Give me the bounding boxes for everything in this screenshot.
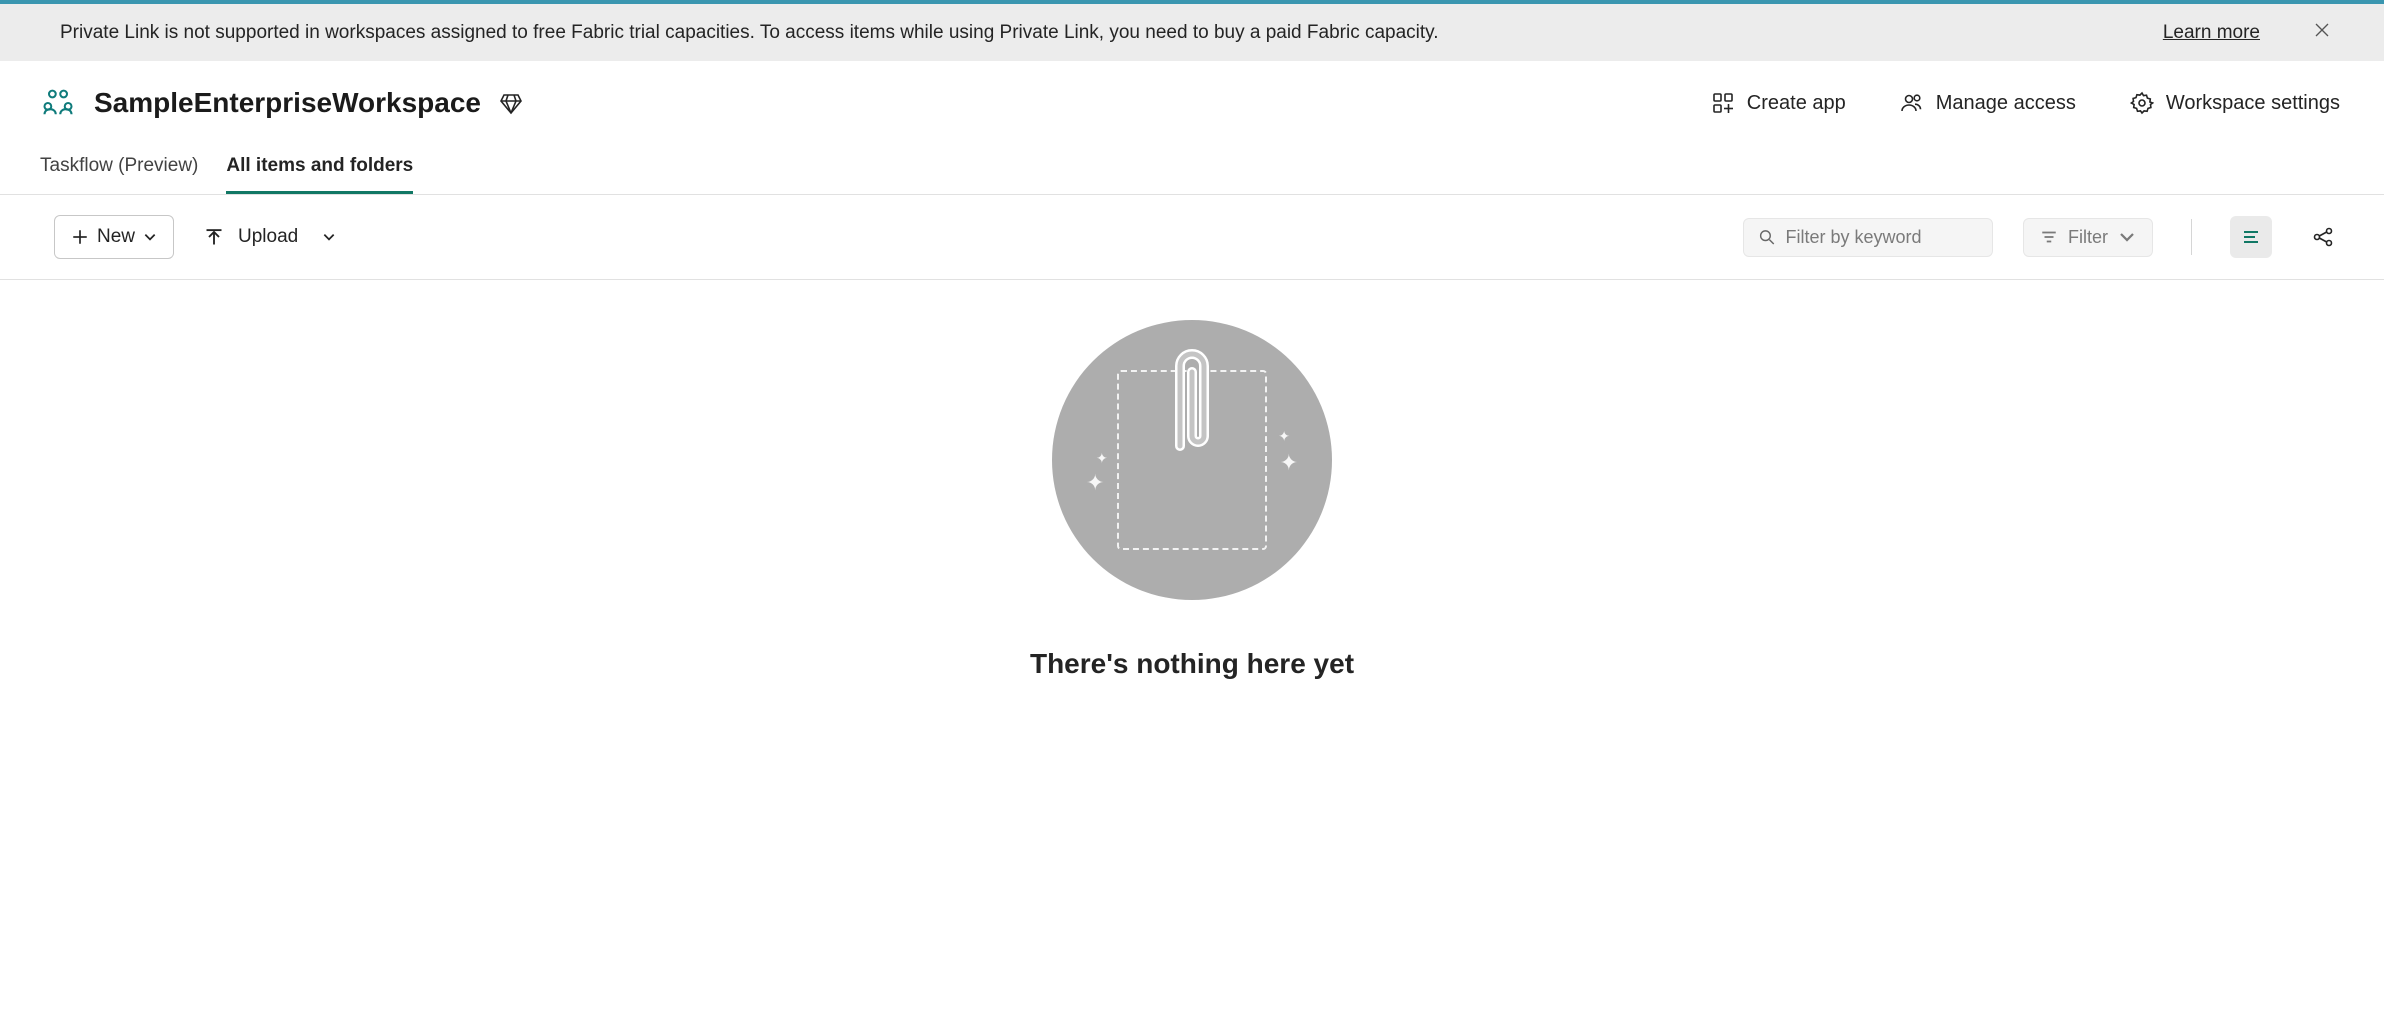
close-icon[interactable] <box>2310 18 2334 47</box>
lineage-icon <box>2312 226 2334 248</box>
chevron-down-icon <box>143 230 157 244</box>
create-app-button[interactable]: Create app <box>1707 85 1850 121</box>
search-icon <box>1758 227 1776 247</box>
lineage-view-button[interactable] <box>2302 216 2344 258</box>
list-icon <box>2241 227 2261 247</box>
sparkle-icon: ✦ <box>1096 450 1108 467</box>
notification-message: Private Link is not supported in workspa… <box>60 22 2123 44</box>
sparkle-icon: ✦ <box>1278 428 1290 445</box>
toolbar: New Upload Filter <box>0 195 2384 280</box>
new-button-label: New <box>97 226 135 248</box>
manage-access-button[interactable]: Manage access <box>1896 85 2080 121</box>
upload-icon <box>204 227 224 247</box>
upload-button-label: Upload <box>238 226 298 248</box>
filter-keyword-input[interactable] <box>1786 227 1979 248</box>
workspace-settings-button[interactable]: Workspace settings <box>2126 85 2344 121</box>
workspace-settings-label: Workspace settings <box>2166 92 2340 115</box>
manage-access-label: Manage access <box>1936 92 2076 115</box>
paperclip-icon <box>1162 336 1222 486</box>
filter-icon <box>2040 228 2058 246</box>
learn-more-link[interactable]: Learn more <box>2163 22 2260 44</box>
gear-icon <box>2130 91 2154 115</box>
filter-button-label: Filter <box>2068 227 2108 248</box>
plus-icon <box>71 228 89 246</box>
tabs-row: Taskflow (Preview) All items and folders <box>0 137 2384 195</box>
sparkle-icon: ✦ <box>1280 450 1298 476</box>
filter-input-wrap[interactable] <box>1743 218 1993 257</box>
create-app-label: Create app <box>1747 92 1846 115</box>
workspace-header: SampleEnterpriseWorkspace Create app Man… <box>0 61 2384 127</box>
empty-state-title: There's nothing here yet <box>1030 648 1354 680</box>
people-icon <box>1900 91 1924 115</box>
filter-button[interactable]: Filter <box>2023 218 2153 257</box>
new-button[interactable]: New <box>54 215 174 259</box>
empty-state: ✦ ✦ ✦ ✦ There's nothing here yet <box>0 280 2384 680</box>
divider <box>2191 219 2192 255</box>
list-view-toggle[interactable] <box>2230 216 2272 258</box>
chevron-down-icon <box>322 230 336 244</box>
sparkle-icon: ✦ <box>1086 470 1104 496</box>
workspace-title: SampleEnterpriseWorkspace <box>94 87 481 119</box>
chevron-down-icon <box>2118 228 2136 246</box>
diamond-icon <box>499 91 523 115</box>
dashed-rect-icon <box>1117 370 1267 550</box>
tab-taskflow[interactable]: Taskflow (Preview) <box>40 147 198 194</box>
upload-button[interactable]: Upload <box>204 226 336 248</box>
app-icon <box>1711 91 1735 115</box>
notification-bar: Private Link is not supported in workspa… <box>0 4 2384 61</box>
empty-illustration: ✦ ✦ ✦ ✦ <box>1052 320 1332 600</box>
workspace-icon <box>40 85 76 121</box>
tab-all-items[interactable]: All items and folders <box>226 147 413 194</box>
